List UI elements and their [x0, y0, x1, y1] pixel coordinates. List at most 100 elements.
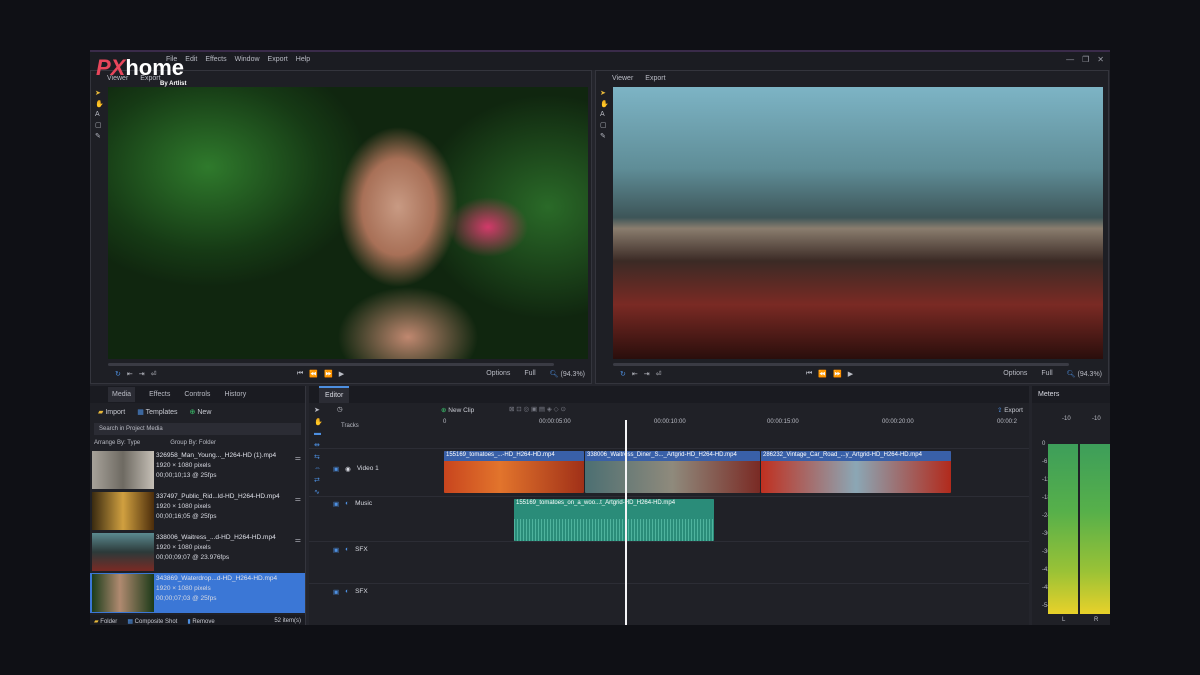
viewer-right-zoom[interactable]: 🔍︎ (94.3%): [1067, 370, 1102, 378]
crop-icon[interactable]: ▢: [600, 121, 609, 129]
menu-export[interactable]: Export: [268, 56, 288, 63]
playhead[interactable]: [625, 420, 627, 625]
play-icon[interactable]: ▶: [339, 370, 344, 378]
viewer-left-full-button[interactable]: Full: [524, 370, 535, 378]
media-item-resolution: 1920 × 1080 pixels: [156, 462, 211, 469]
group-by-select[interactable]: Group By: Folder: [170, 440, 216, 446]
mark-in-icon[interactable]: ⇤: [127, 370, 133, 378]
insert-icon[interactable]: ⏎: [151, 370, 157, 378]
export-button[interactable]: ⇪ Export: [997, 406, 1023, 414]
tab-editor[interactable]: Editor: [319, 386, 350, 403]
viewer-right-tab[interactable]: Viewer: [612, 75, 633, 82]
skip-back-icon[interactable]: ⏮: [297, 370, 303, 378]
pen-icon[interactable]: ✎: [600, 132, 609, 140]
track-music: ▣ ◐ Music 155169_tomatoes_on_a_woo...t_A…: [309, 496, 1029, 541]
loop-icon[interactable]: ↻: [115, 370, 121, 378]
hand-icon[interactable]: ✋: [95, 100, 104, 108]
timeline-clip[interactable]: 155169_tomatoes_...-HD_H264-HD.mp4: [444, 451, 584, 493]
viewer-right-options-button[interactable]: Options: [1003, 370, 1027, 378]
viewer-right-seekbar[interactable]: [613, 363, 1069, 366]
step-back-icon[interactable]: ⏪: [309, 370, 318, 378]
mark-in-icon[interactable]: ⇤: [632, 370, 638, 378]
mark-out-icon[interactable]: ⇥: [139, 370, 145, 378]
media-item[interactable]: 338006_Waitress_...d-HD_H264-HD.mp4 1920…: [90, 532, 305, 572]
step-back-icon[interactable]: ⏪: [818, 370, 827, 378]
media-tabs: Media Effects Controls History: [90, 386, 305, 403]
step-forward-icon[interactable]: ⏩: [324, 370, 333, 378]
media-item-duration: 00;00;16;05 @ 25fps: [156, 513, 217, 520]
remove-button[interactable]: ▮ Remove: [187, 618, 214, 625]
lock-icon[interactable]: ▣: [333, 546, 339, 554]
import-button[interactable]: ▰ Import: [98, 408, 125, 416]
loop-icon[interactable]: ↻: [620, 370, 626, 378]
text-tool-icon[interactable]: A: [95, 111, 104, 118]
clip-label: 155169_tomatoes_...-HD_H264-HD.mp4: [444, 451, 584, 461]
timeline-clip[interactable]: 338006_Waitress_Diner_S..._Artgrid-HD_H2…: [585, 451, 760, 493]
media-item[interactable]: 337497_Public_Rid...ld-HD_H264-HD.mp4 19…: [90, 491, 305, 531]
speaker-icon[interactable]: ◐: [345, 500, 349, 508]
media-item[interactable]: 326958_Man_Young..._H264-HD (1).mp4 1920…: [90, 450, 305, 490]
close-button[interactable]: ✕: [1097, 55, 1104, 64]
clock-icon[interactable]: ◷: [337, 405, 343, 413]
timeline-ruler[interactable]: Tracks 0 00:00:05:00 00:00:10:00 00:00:1…: [309, 417, 1029, 435]
minimize-button[interactable]: —: [1066, 55, 1074, 64]
lock-icon[interactable]: ▣: [333, 588, 339, 596]
pen-icon[interactable]: ✎: [95, 132, 104, 140]
viewer-right-full-button[interactable]: Full: [1041, 370, 1052, 378]
mark-out-icon[interactable]: ⇥: [644, 370, 650, 378]
pointer-icon[interactable]: ➤: [314, 406, 323, 414]
pointer-icon[interactable]: ➤: [600, 89, 609, 97]
viewer-left-seekbar[interactable]: [108, 363, 554, 366]
templates-button[interactable]: ▦ Templates: [137, 408, 177, 416]
insert-icon[interactable]: ⏎: [656, 370, 662, 378]
composite-icon: ▦: [127, 618, 133, 625]
arrange-by-select[interactable]: Arrange By: Type: [94, 440, 140, 446]
edit-tools[interactable]: ⊠ ⊡ ◎ ▣ ▤ ◈ ◇ ⊙: [509, 405, 566, 413]
tab-media[interactable]: Media: [108, 387, 136, 402]
tab-meters[interactable]: Meters: [1032, 386, 1110, 403]
media-item-name: 337497_Public_Rid...ld-HD_H264-HD.mp4: [156, 493, 280, 500]
media-item-duration: 00;00;09;07 @ 23.976fps: [156, 554, 230, 561]
new-button[interactable]: ⊕ New: [190, 408, 212, 416]
viewer-right: Viewer Export ➤ ✋ A ▢ ✎ ↻ ⇤ ⇥ ⏎ ⏮ ⏪ ⏩ ▶: [595, 70, 1109, 384]
media-thumbnail: [92, 574, 154, 612]
adjust-icon[interactable]: ⚌: [295, 454, 301, 462]
export-icon: ⇪: [996, 407, 1003, 414]
new-clip-button[interactable]: ⊕ New Clip: [441, 406, 474, 414]
step-forward-icon[interactable]: ⏩: [833, 370, 842, 378]
restore-button[interactable]: ❐: [1082, 55, 1089, 64]
hand-icon[interactable]: ✋: [600, 100, 609, 108]
media-item-duration: 00;00;10;13 @ 25fps: [156, 472, 217, 479]
lock-icon[interactable]: ▣: [333, 500, 339, 508]
viewer-right-export[interactable]: Export: [645, 75, 665, 82]
timeline-clip[interactable]: 286232_Vintage_Car_Road_...y_Artgrid-HD_…: [761, 451, 951, 493]
crop-icon[interactable]: ▢: [95, 121, 104, 129]
export-label: Export: [1004, 407, 1023, 414]
trash-icon: ▮: [187, 618, 191, 625]
skip-back-icon[interactable]: ⏮: [806, 370, 812, 378]
eye-icon[interactable]: ◉: [345, 465, 351, 473]
play-icon[interactable]: ▶: [848, 370, 853, 378]
text-tool-icon[interactable]: A: [600, 111, 609, 118]
menu-help[interactable]: Help: [296, 56, 310, 63]
tick-label: 00:00:15:00: [767, 419, 799, 425]
tab-effects[interactable]: Effects: [149, 391, 170, 398]
tab-controls[interactable]: Controls: [184, 391, 210, 398]
folder-button[interactable]: ▰ Folder: [94, 618, 117, 625]
tick-label: 00:00:05:00: [539, 419, 571, 425]
adjust-icon[interactable]: ⚌: [295, 495, 301, 503]
speaker-icon[interactable]: ◐: [345, 588, 349, 596]
media-item-selected[interactable]: 343869_Waterdrop...d-HD_H264-HD.mp4 1920…: [90, 573, 305, 613]
audio-clip[interactable]: 155169_tomatoes_on_a_woo...t_Artgrid-HD_…: [514, 499, 714, 541]
viewer-left-zoom[interactable]: 🔍︎ (94.3%): [550, 370, 585, 378]
speaker-icon[interactable]: ◐: [345, 546, 349, 554]
adjust-icon[interactable]: ⚌: [295, 536, 301, 544]
media-search-input[interactable]: Search in Project Media: [94, 423, 301, 435]
composite-shot-button[interactable]: ▦ Composite Shot: [127, 618, 177, 625]
lock-icon[interactable]: ▣: [333, 465, 339, 473]
menu-window[interactable]: Window: [235, 56, 260, 63]
menu-effects[interactable]: Effects: [205, 56, 226, 63]
tab-history[interactable]: History: [224, 391, 246, 398]
viewer-left-options-button[interactable]: Options: [486, 370, 510, 378]
pointer-icon[interactable]: ➤: [95, 89, 104, 97]
